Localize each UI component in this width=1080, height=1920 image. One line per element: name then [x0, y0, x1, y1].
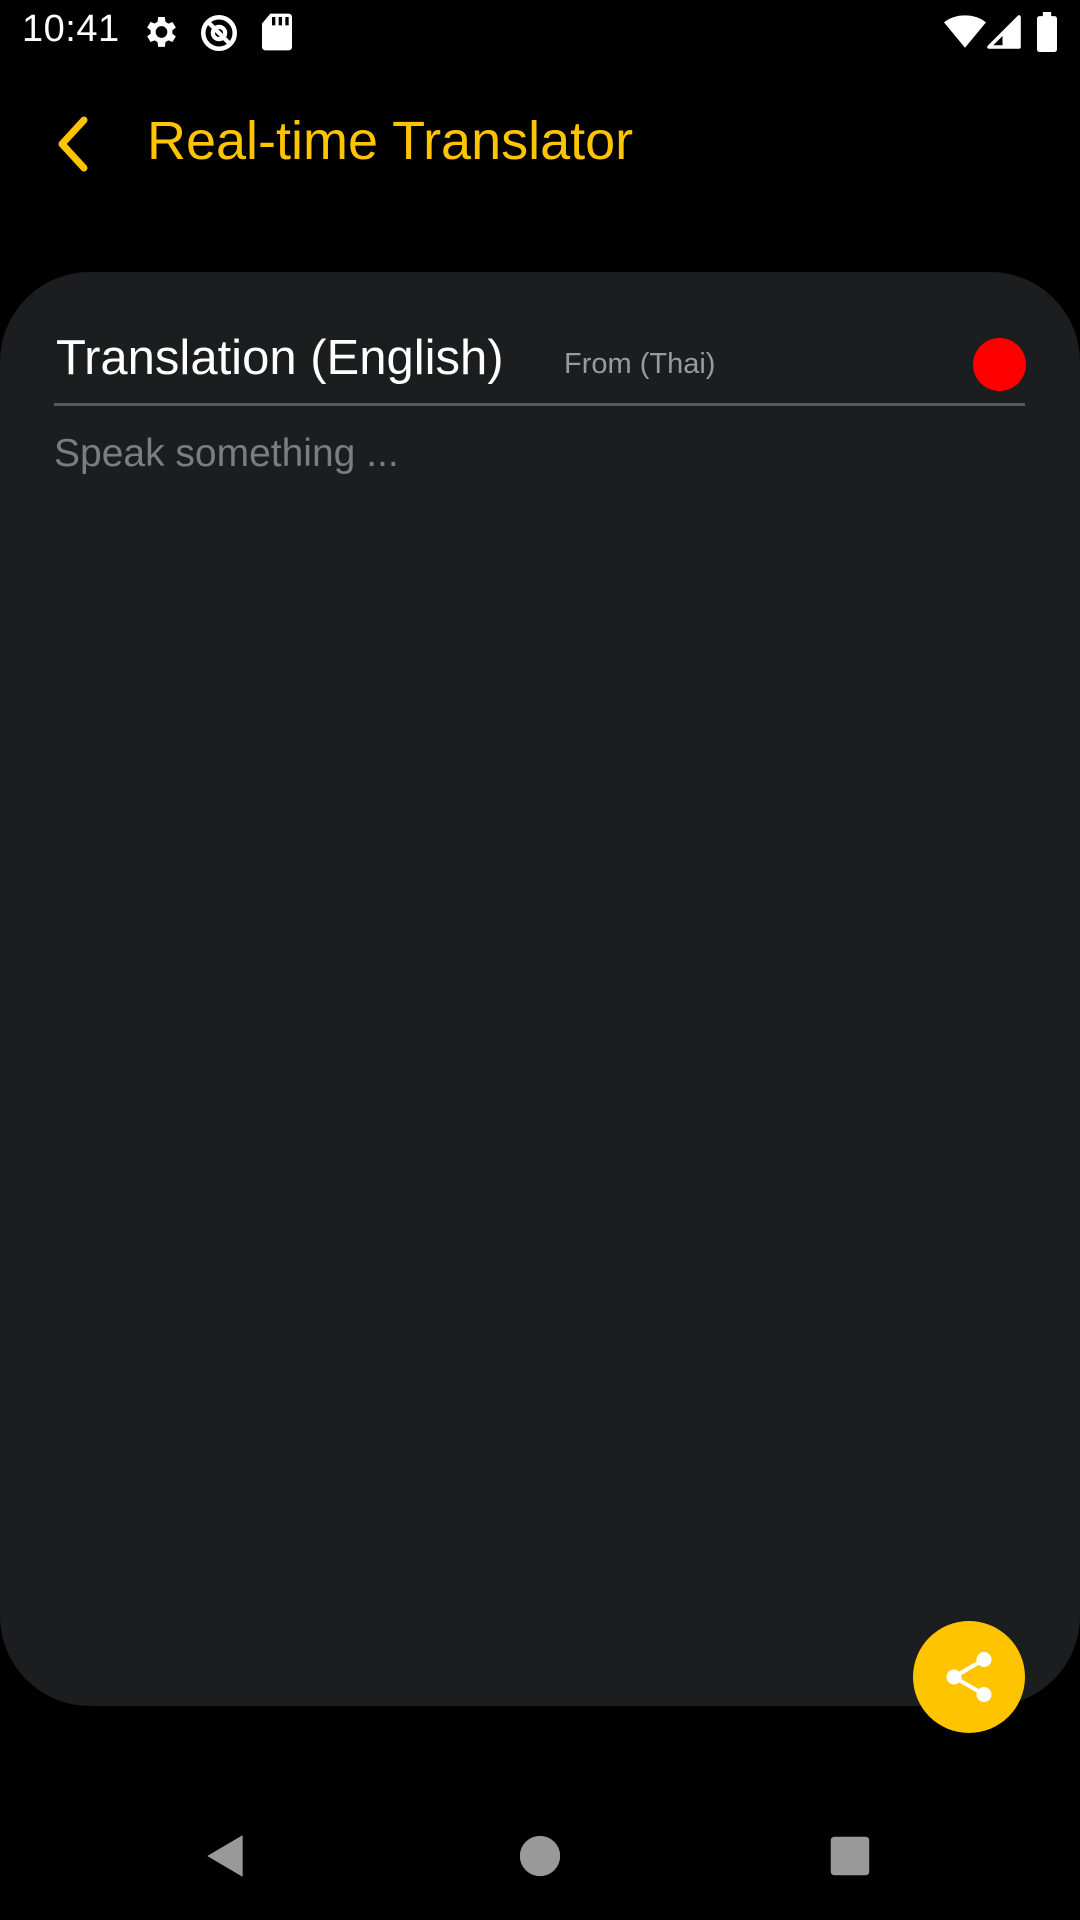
nav-home-button[interactable] [508, 1824, 572, 1888]
battery-icon [1036, 12, 1058, 57]
status-bar: 10:41 [0, 0, 1080, 64]
gear-icon [140, 12, 180, 57]
share-button[interactable] [913, 1621, 1025, 1733]
translation-card: Translation (English) From (Thai) [0, 272, 1080, 1706]
nav-recents-button[interactable] [818, 1824, 882, 1888]
chevron-left-icon [58, 116, 88, 172]
system-nav-bar [0, 1792, 1080, 1920]
wifi-icon [944, 14, 986, 55]
at-sign-icon [198, 12, 240, 59]
recents-square-icon [830, 1836, 870, 1876]
card-header: Translation (English) From (Thai) [54, 316, 1026, 406]
nav-back-button[interactable] [194, 1824, 258, 1888]
translation-title: Translation (English) [56, 331, 504, 385]
share-icon [946, 1652, 992, 1702]
page-title: Real-time Translator [147, 111, 634, 171]
app-bar: Real-time Translator [0, 64, 1080, 224]
signal-icon [986, 14, 1022, 55]
record-button[interactable] [973, 338, 1026, 391]
divider [54, 403, 1025, 406]
back-button[interactable] [40, 110, 108, 178]
sd-card-icon [260, 12, 294, 57]
source-language-label[interactable]: From (Thai) [564, 348, 715, 381]
back-triangle-icon [207, 1835, 243, 1877]
home-circle-icon [519, 1835, 561, 1877]
status-time: 10:41 [22, 8, 120, 50]
speech-output-field[interactable] [54, 432, 1025, 1612]
